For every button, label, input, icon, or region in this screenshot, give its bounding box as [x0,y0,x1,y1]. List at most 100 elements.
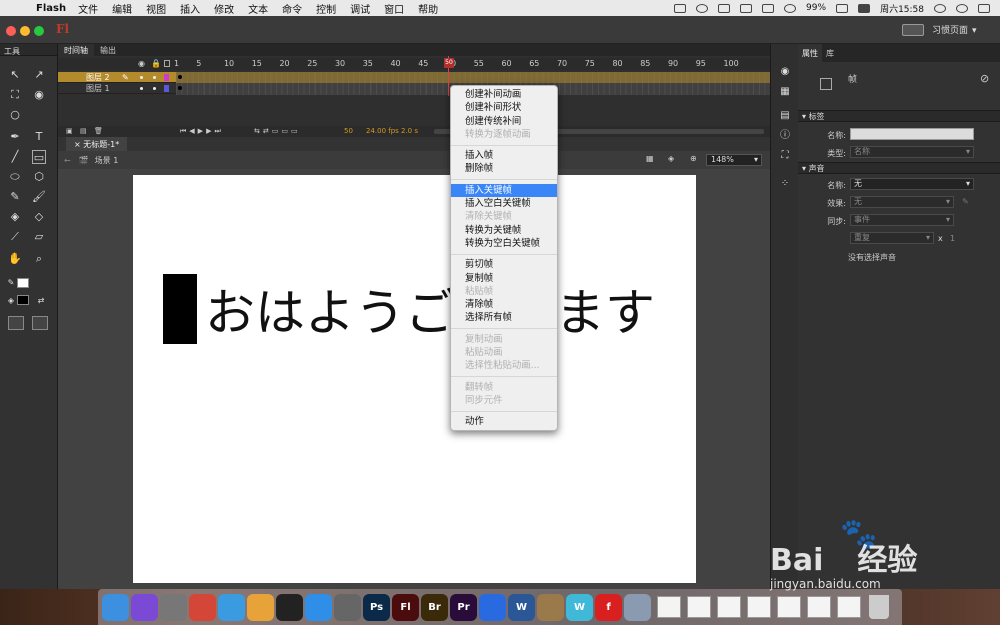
battery-icon[interactable] [836,3,849,13]
sound-name-select[interactable]: 无 ▾ [850,178,974,190]
context-menu-item[interactable]: 剪切帧 [451,258,557,271]
dock-document-icon[interactable] [807,596,831,618]
spotlight-icon[interactable] [934,3,946,13]
zoom-select[interactable]: 148% ▾ [706,154,762,166]
context-menu-item[interactable]: 创建补间形状 [451,101,557,114]
menu-item[interactable]: 编辑 [112,1,132,16]
oval-tool-icon[interactable]: ⬭ [8,170,22,184]
tab-output[interactable]: 输出 [94,44,122,56]
lock-icon[interactable]: 🔒 [151,59,161,68]
outline-icon[interactable] [164,60,170,67]
chrome-icon[interactable] [189,593,216,621]
rectangle-tool-icon[interactable]: ▭ [32,150,46,164]
eyedropper-tool-icon[interactable]: ⟋ [8,230,22,244]
input-method-icon[interactable] [858,3,871,13]
eye-icon[interactable]: ◉ [138,59,145,68]
new-folder-icon[interactable]: ▤ [80,127,87,135]
menu-item[interactable]: 视图 [146,1,166,16]
center-stage-icon[interactable]: ⊕ [690,154,697,163]
premiere-icon[interactable]: Pr [450,593,477,621]
rectangle-shape[interactable] [163,274,197,344]
bridge-icon[interactable]: Br [421,593,448,621]
tab-library[interactable]: 库 [822,44,838,62]
sound-repeat-select[interactable]: 重复 ▾ [850,232,934,244]
quicktime-icon[interactable] [479,593,506,621]
align-panel-icon[interactable]: ▤ [779,110,791,122]
context-menu-item[interactable]: 转换为空白关键帧 [451,237,557,250]
stage-text-object[interactable]: おはようございます [163,273,655,345]
eraser-tool-icon[interactable]: ▱ [32,230,46,244]
tools-icon[interactable] [718,3,731,13]
zoom-window-button[interactable] [34,26,44,36]
paint-bucket-tool-icon[interactable]: ◈ [8,210,22,224]
stage-text[interactable]: おはようございます [205,273,655,345]
playhead[interactable]: 50 [444,58,454,68]
stage-canvas[interactable]: おはようございます [133,175,696,583]
text-tool-icon[interactable]: T [32,130,46,144]
minimize-window-button[interactable] [20,26,30,36]
frame-rate[interactable]: 24.00 fps [366,127,399,135]
workspace-switcher[interactable]: 习惯页面 ▾ [932,23,977,36]
dock-document-icon[interactable] [687,596,711,618]
label-section-header[interactable]: ▾ 标签 [798,110,1000,122]
wifi-icon[interactable] [784,3,797,13]
context-menu-item[interactable]: 复制帧 [451,272,557,285]
swatches-panel-icon[interactable]: ▦ [779,86,791,98]
stroke-color-icon[interactable]: ✎ [4,276,18,290]
tools-tab[interactable]: 工具 [0,44,57,56]
context-menu-item[interactable]: 创建传统补间 [451,115,557,128]
keyframe-dot[interactable] [178,86,182,90]
archive-utility-icon[interactable] [537,593,564,621]
polystar-tool-icon[interactable]: ⬡ [32,170,46,184]
menu-item[interactable]: 修改 [214,1,234,16]
context-menu-item[interactable]: 选择所有帧 [451,311,557,324]
back-arrow-icon[interactable]: ← [64,156,71,165]
menu-item[interactable]: 文件 [78,1,98,16]
tab-timeline[interactable]: 时间轴 [58,44,94,56]
hand-tool-icon[interactable]: ✋ [8,252,22,266]
app-store-icon[interactable] [305,593,332,621]
lock-dot[interactable] [153,76,156,79]
keyframe-dot[interactable] [178,75,182,79]
layer-row-1[interactable]: 图层 1 [58,83,176,94]
context-menu-item[interactable]: 动作 [451,415,557,428]
siri-icon[interactable] [956,3,968,13]
menu-item[interactable]: 调试 [350,1,370,16]
layer-row-2[interactable]: 图层 2 ✎ [58,72,176,83]
snap-to-objects-icon[interactable] [32,316,48,330]
brush-tool-icon[interactable]: 🖌 [32,190,46,204]
close-icon[interactable]: × [74,140,83,149]
flash-icon[interactable]: Fl [392,593,419,621]
workspace-layout-icon[interactable] [902,24,924,36]
menu-item[interactable]: 命令 [282,1,302,16]
color-panel-icon[interactable]: ◉ [779,66,791,78]
dock-document-icon[interactable] [657,596,681,618]
edit-envelope-icon[interactable]: ✎ [962,197,969,206]
zoom-tool-icon[interactable]: ⌕ [32,252,46,266]
dock-document-icon[interactable] [777,596,801,618]
free-transform-tool-icon[interactable]: ⛶ [8,88,22,102]
tab-properties[interactable]: 属性 [798,44,822,62]
creative-cloud-icon[interactable] [696,3,709,13]
dock-document-icon[interactable] [717,596,741,618]
playback-controls[interactable]: ⏮◀▶▶⏭ [180,127,224,136]
menu-item[interactable]: 文本 [248,1,268,16]
siri-icon[interactable] [131,593,158,621]
clock[interactable]: 周六15:58 [880,2,924,15]
new-layer-icon[interactable]: ▣ [66,127,73,135]
lock-dot[interactable] [153,87,156,90]
edit-scene-icon[interactable]: ▦ [646,154,654,163]
finder-icon[interactable] [102,593,129,621]
menu-item[interactable]: 窗口 [384,1,404,16]
trash-icon[interactable] [869,595,889,619]
ink-bottle-tool-icon[interactable]: ◇ [32,210,46,224]
document-tab[interactable]: × 无标题-1* [66,136,128,152]
swap-colors-icon[interactable]: ⇄ [34,294,48,308]
fill-color-icon[interactable]: ◈ [4,294,18,308]
help-icon[interactable]: ⊘ [980,72,989,85]
dock-document-icon[interactable] [837,596,861,618]
sound-sync-select[interactable]: 事件 ▾ [850,214,954,226]
subselection-tool-icon[interactable]: ↗ [32,68,46,82]
menu-item[interactable]: 帮助 [418,1,438,16]
info-panel-icon[interactable]: ⓘ [779,130,791,142]
